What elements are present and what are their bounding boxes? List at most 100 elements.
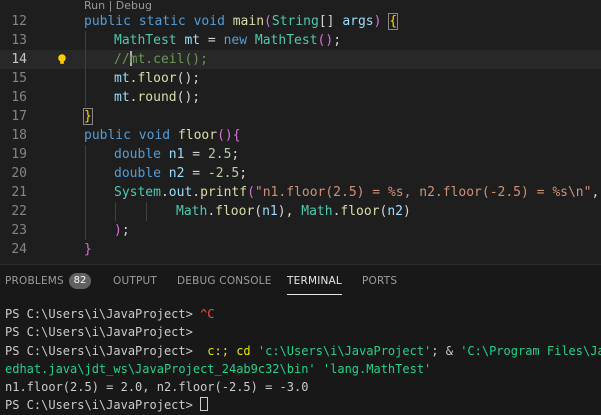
variable: n1 xyxy=(168,147,185,162)
code-text: . xyxy=(160,185,169,200)
indent-guide xyxy=(146,202,147,221)
terminal-string: 'c:\Users\i\JavaProject' xyxy=(257,343,432,358)
terminal-string: edhat.java\jdt_ws\JavaProject_24ab9c32\b… xyxy=(5,361,316,376)
bracket: ( xyxy=(264,14,272,29)
code-editor[interactable]: Run | Debug 12 public static void main(S… xyxy=(0,0,601,264)
number-literal: 2.5 xyxy=(215,166,240,181)
bracket: } xyxy=(84,242,92,257)
terminal-string: 'lang.MathTest' xyxy=(322,361,432,376)
keyword: double xyxy=(114,166,161,181)
code-line-22[interactable]: 22 Math.floor(n1), Math.floor(n2) xyxy=(0,202,601,221)
code-line-21[interactable]: 21 System.out.printf("n1.floor(2.5) = %s… xyxy=(0,183,601,202)
method-name: round xyxy=(137,90,177,105)
line-number: 20 xyxy=(11,166,27,181)
tab-debug-console[interactable]: DEBUG CONSOLE xyxy=(177,275,272,287)
variable: n2 xyxy=(387,204,404,219)
code-line-15[interactable]: 15 mt.floor(); xyxy=(0,69,601,88)
tab-ports[interactable]: PORTS xyxy=(362,275,397,287)
tab-problems[interactable]: PROBLEMS xyxy=(5,275,64,287)
line-number: 24 xyxy=(11,242,27,257)
variable: mt xyxy=(184,33,201,48)
line-number: 14 xyxy=(11,52,27,67)
terminal-line: PS C:\Users\i\JavaProject> xyxy=(5,396,601,414)
indent-guide xyxy=(85,31,86,107)
terminal-line: PS C:\Users\i\JavaProject> c:; cd 'c:\Us… xyxy=(5,342,601,360)
code-text: (); xyxy=(176,71,201,86)
code-text: = xyxy=(184,147,208,162)
keyword: public xyxy=(84,128,131,143)
code-line-18[interactable]: 18 public void floor(){ xyxy=(0,126,601,145)
keyword: double xyxy=(114,147,161,162)
indent-guide xyxy=(115,202,116,221)
line-number: 19 xyxy=(11,147,27,162)
method-name: main xyxy=(232,14,265,29)
line-number: 13 xyxy=(11,33,27,48)
code-line-16[interactable]: 16 mt.round(); xyxy=(0,88,601,107)
terminal-prompt: PS C:\Users\i\JavaProject> xyxy=(5,398,201,413)
comment: mt.ceil(); xyxy=(129,52,208,67)
line-number: 21 xyxy=(11,185,27,200)
line-number: 22 xyxy=(11,204,27,219)
number-literal: 2.5 xyxy=(207,147,232,162)
type-name: String xyxy=(271,14,319,29)
codelens: Run | Debug xyxy=(84,0,152,12)
code-text: ; xyxy=(333,33,342,48)
bracket: () xyxy=(317,33,334,48)
type-name: Math xyxy=(176,204,208,219)
method-name: floor xyxy=(137,71,177,86)
type-name: Math xyxy=(301,204,333,219)
method-name: floor xyxy=(340,204,380,219)
code-line-14[interactable]: 14 //mt.ceil(); xyxy=(0,50,601,69)
code-text: ) xyxy=(403,204,411,219)
type-name: MathTest xyxy=(254,33,318,48)
codelens-run-link[interactable]: Run xyxy=(84,0,105,12)
codelens-separator: | xyxy=(105,0,116,12)
code-text: (); xyxy=(176,90,201,105)
keyword: new xyxy=(223,33,248,48)
bracket: { xyxy=(232,128,241,143)
panel-tabs: PROBLEMS 82 OUTPUT DEBUG CONSOLE TERMINA… xyxy=(0,265,601,299)
code-line-17[interactable]: 17 } xyxy=(0,107,601,126)
terminal-command: cd xyxy=(236,343,251,358)
terminal-text: ; & xyxy=(431,343,461,358)
line-number: 15 xyxy=(11,71,27,86)
terminal-output[interactable]: PS C:\Users\i\JavaProject> ^C PS C:\User… xyxy=(5,305,601,415)
lightbulb-icon[interactable] xyxy=(56,53,68,65)
bottom-panel: PROBLEMS 82 OUTPUT DEBUG CONSOLE TERMINA… xyxy=(0,264,601,415)
terminal-interrupt: ^C xyxy=(200,307,215,321)
codelens-debug-link[interactable]: Debug xyxy=(116,0,152,12)
terminal-prompt: PS C:\Users\i\JavaProject> xyxy=(5,343,201,358)
comment: // xyxy=(114,52,130,67)
code-line-19[interactable]: 19 double n1 = 2.5; xyxy=(0,145,601,164)
line-number: 12 xyxy=(11,14,27,29)
program-output: n1.floor(2.5) = 2.0, n2.floor(-2.5) = -3… xyxy=(5,380,309,395)
indent-guide xyxy=(85,145,86,240)
variable: n1 xyxy=(262,204,278,219)
bracket: () xyxy=(217,128,233,143)
line-number: 17 xyxy=(11,109,27,124)
type-name: System xyxy=(114,185,161,200)
tab-output[interactable]: OUTPUT xyxy=(113,275,157,287)
code-text: ; xyxy=(121,223,130,238)
code-text: ), xyxy=(277,204,302,219)
code-line-12[interactable]: 12 public static void main(String[] args… xyxy=(0,12,601,31)
code-line-13[interactable]: 13 MathTest mt = new MathTest(); xyxy=(0,31,601,50)
terminal-cursor xyxy=(200,397,209,412)
code-text: , xyxy=(591,185,600,200)
keyword: public xyxy=(84,14,131,29)
matched-bracket: } xyxy=(83,108,93,125)
type-name: MathTest xyxy=(114,33,177,48)
matched-bracket: { xyxy=(388,13,399,30)
terminal-prompt: PS C:\Users\i\JavaProject> xyxy=(5,307,201,321)
code-text: = - xyxy=(184,166,216,181)
line-number: 18 xyxy=(11,128,27,143)
code-line-24[interactable]: 24 } xyxy=(0,240,601,259)
code-line-23[interactable]: 23 ); xyxy=(0,221,601,240)
code-line-20[interactable]: 20 double n2 = -2.5; xyxy=(0,164,601,183)
tab-terminal[interactable]: TERMINAL xyxy=(287,275,342,295)
code-text: ; xyxy=(231,147,240,162)
terminal-command: c:; xyxy=(200,343,237,358)
terminal-line: n1.floor(2.5) = 2.0, n2.floor(-2.5) = -3… xyxy=(5,378,601,396)
bracket: ) xyxy=(373,14,390,29)
